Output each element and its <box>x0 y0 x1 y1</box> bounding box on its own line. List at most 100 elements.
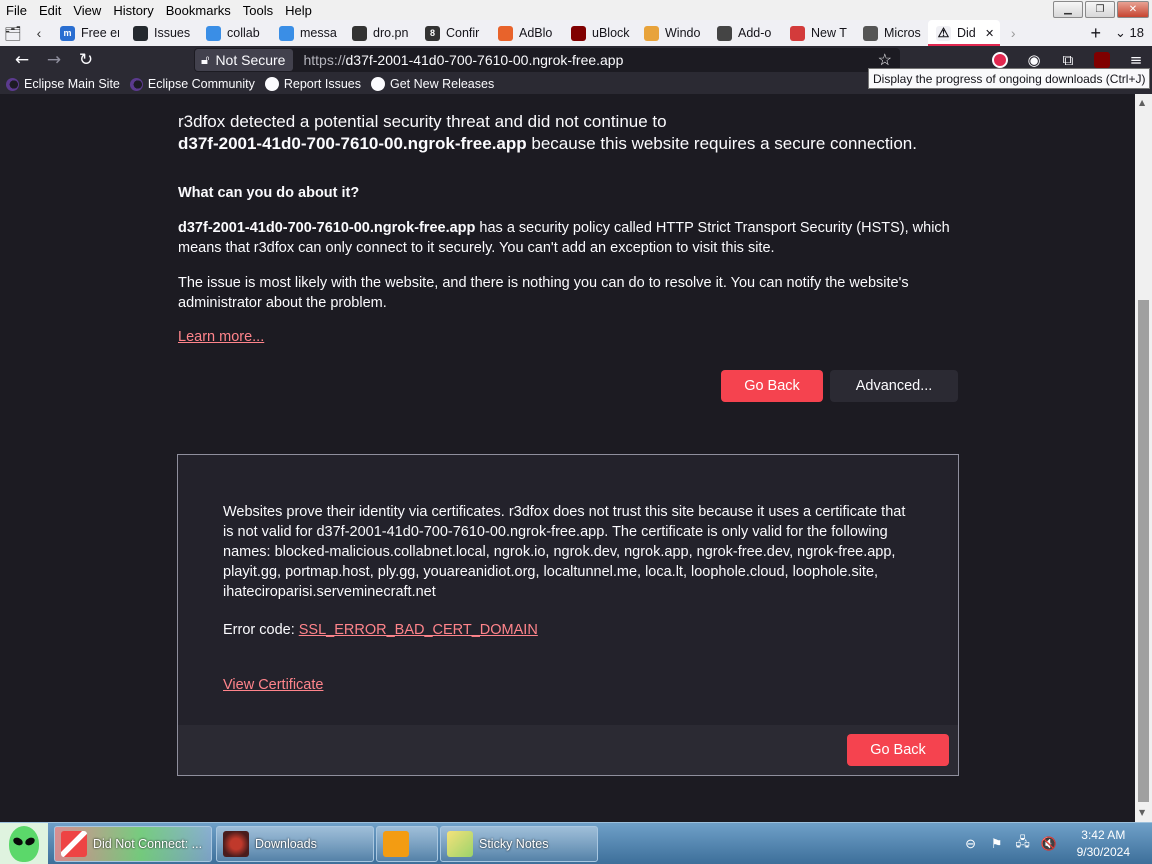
tab-favicon-icon <box>644 25 659 41</box>
app-menu-icon[interactable]: ≡ <box>1126 50 1146 70</box>
scroll-up-icon[interactable]: ▲ <box>1139 98 1145 107</box>
window-controls: ▁ ❐ ✕ <box>1053 1 1149 18</box>
task-label: Sticky Notes <box>479 837 549 851</box>
task-sticky-notes[interactable]: Sticky Notes <box>440 826 598 862</box>
github-icon <box>264 77 279 91</box>
advanced-button[interactable]: Advanced... <box>830 370 958 402</box>
minus-circle-icon[interactable]: ⊖ <box>963 836 979 852</box>
scroll-down-icon[interactable]: ▼ <box>1139 808 1145 817</box>
network-icon[interactable]: 🖧 <box>1015 834 1031 852</box>
media-player-icon <box>383 831 409 857</box>
error-code-line: Error code: SSL_ERROR_BAD_CERT_DOMAIN <box>223 622 538 638</box>
tab-4[interactable]: dro.pn <box>344 20 417 46</box>
task-media-player[interactable] <box>376 826 438 862</box>
tab-10[interactable]: New T <box>782 20 855 46</box>
scroll-tabs-left-icon[interactable]: ‹ <box>26 20 52 46</box>
bookmark-eclipse-main-site[interactable]: Eclipse Main Site <box>6 77 120 91</box>
view-certificate-link[interactable]: View Certificate <box>223 677 323 693</box>
clock[interactable]: 3:42 AM 9/30/2024 <box>1077 827 1130 861</box>
tab-8[interactable]: Windo <box>636 20 709 46</box>
tab-label: dro.pn <box>373 26 409 40</box>
tab-12[interactable]: ⚠ Did ✕ <box>928 20 1001 46</box>
tab-favicon-icon <box>790 25 805 41</box>
menu-edit[interactable]: Edit <box>33 3 67 18</box>
tab-label: Micros <box>884 26 921 40</box>
page-scrollbar[interactable]: ▲ ▼ <box>1135 94 1152 822</box>
maximize-button[interactable]: ❐ <box>1085 1 1115 18</box>
tab-label: Confir <box>446 26 480 40</box>
task-browser[interactable]: Did Not Connect: ... <box>54 826 212 862</box>
tab-favicon-icon: m <box>60 25 75 41</box>
bookmark-get-new-releases[interactable]: Get New Releases <box>370 77 494 91</box>
tab-favicon-icon <box>133 25 148 41</box>
tab-label: Issues <box>154 26 191 40</box>
bookmark-label: Eclipse Main Site <box>24 77 120 91</box>
downloads-icon[interactable] <box>990 50 1010 70</box>
new-tab-icon[interactable]: + <box>1091 23 1102 44</box>
tab-favicon-icon <box>717 25 732 41</box>
url-text[interactable]: https://d37f-2001-41d0-700-7610-00.ngrok… <box>303 52 623 68</box>
menu-view[interactable]: View <box>67 3 107 18</box>
tab-favicon-icon <box>863 25 878 41</box>
menu-file[interactable]: File <box>0 3 33 18</box>
menu-bar: File Edit View History Bookmarks Tools H… <box>0 0 1152 20</box>
menu-tools[interactable]: Tools <box>237 3 279 18</box>
tab-label: messa <box>300 26 337 40</box>
tab-favicon-icon <box>352 25 367 41</box>
tab-3[interactable]: messa <box>271 20 344 46</box>
minimize-button[interactable]: ▁ <box>1053 1 1083 18</box>
tab-0[interactable]: m Free er <box>52 20 125 46</box>
back-icon[interactable]: ← <box>6 46 38 74</box>
go-back-button-2[interactable]: Go Back <box>847 734 949 766</box>
tab-count: 18 <box>1129 25 1144 40</box>
tab-label: Add-o <box>738 26 772 40</box>
extensions-icon[interactable]: ⧉ <box>1058 50 1078 70</box>
error-intro: r3dfox detected a potential security thr… <box>178 111 978 155</box>
go-back-button[interactable]: Go Back <box>721 370 823 402</box>
task-label: Downloads <box>255 837 317 851</box>
security-indicator[interactable]: 🔓︎ Not Secure <box>195 49 294 71</box>
tab-favicon-icon <box>279 25 294 41</box>
scroll-tabs-right-icon[interactable]: › <box>1000 20 1026 46</box>
tab-1[interactable]: Issues <box>125 20 198 46</box>
volume-muted-icon[interactable]: 🔇 <box>1041 836 1057 852</box>
url-host: d37f-2001-41d0-700-7610-00.ngrok-free.ap… <box>345 52 624 68</box>
intro-host: d37f-2001-41d0-700-7610-00.ngrok-free.ap… <box>178 134 527 153</box>
task-label: Did Not Connect: ... <box>93 837 203 851</box>
ublock-icon[interactable] <box>1092 50 1112 70</box>
tab-label: Free er <box>81 26 119 40</box>
firefox-view-icon[interactable]: 🗂 <box>0 20 26 46</box>
downloads-tooltip: Display the progress of ongoing download… <box>868 68 1151 89</box>
reload-icon[interactable]: ↻ <box>70 46 102 74</box>
tab-2[interactable]: collab <box>198 20 271 46</box>
start-button[interactable] <box>0 823 48 864</box>
tab-7[interactable]: uBlock <box>563 20 636 46</box>
bookmark-star-icon[interactable]: ☆ <box>878 50 892 70</box>
menu-history[interactable]: History <box>107 3 159 18</box>
tab-9[interactable]: Add-o <box>709 20 782 46</box>
hsts-explanation: d37f-2001-41d0-700-7610-00.ngrok-free.ap… <box>178 218 958 258</box>
action-center-flag-icon[interactable]: ⚑ <box>989 836 1005 852</box>
bookmark-report-issues[interactable]: Report Issues <box>264 77 361 91</box>
error-code-link[interactable]: SSL_ERROR_BAD_CERT_DOMAIN <box>299 622 538 638</box>
what-can-you-do-heading: What can you do about it? <box>178 185 360 201</box>
taskbar: Did Not Connect: ... Downloads Sticky No… <box>0 822 1152 864</box>
account-icon[interactable]: ◉ <box>1024 50 1044 70</box>
tab-5[interactable]: 8 Confir <box>417 20 490 46</box>
tab-favicon-icon <box>206 25 221 41</box>
close-tab-icon[interactable]: ✕ <box>985 27 994 40</box>
bookmark-eclipse-community[interactable]: Eclipse Community <box>129 77 255 91</box>
menu-help[interactable]: Help <box>279 3 318 18</box>
tab-favicon-icon: ⚠ <box>936 25 951 41</box>
url-bar[interactable]: 🔓︎ Not Secure https://d37f-2001-41d0-700… <box>194 48 900 72</box>
scroll-thumb[interactable] <box>1138 300 1149 802</box>
task-downloads[interactable]: Downloads <box>216 826 374 862</box>
menu-bookmarks[interactable]: Bookmarks <box>160 3 237 18</box>
tab-6[interactable]: AdBlo <box>490 20 563 46</box>
tab-11[interactable]: Micros <box>855 20 928 46</box>
close-window-button[interactable]: ✕ <box>1117 1 1149 18</box>
forward-icon[interactable]: → <box>38 46 70 74</box>
learn-more-link[interactable]: Learn more... <box>178 329 264 345</box>
eclipse-icon <box>129 77 143 91</box>
list-all-tabs-button[interactable]: ⌄ 18 <box>1115 25 1144 41</box>
